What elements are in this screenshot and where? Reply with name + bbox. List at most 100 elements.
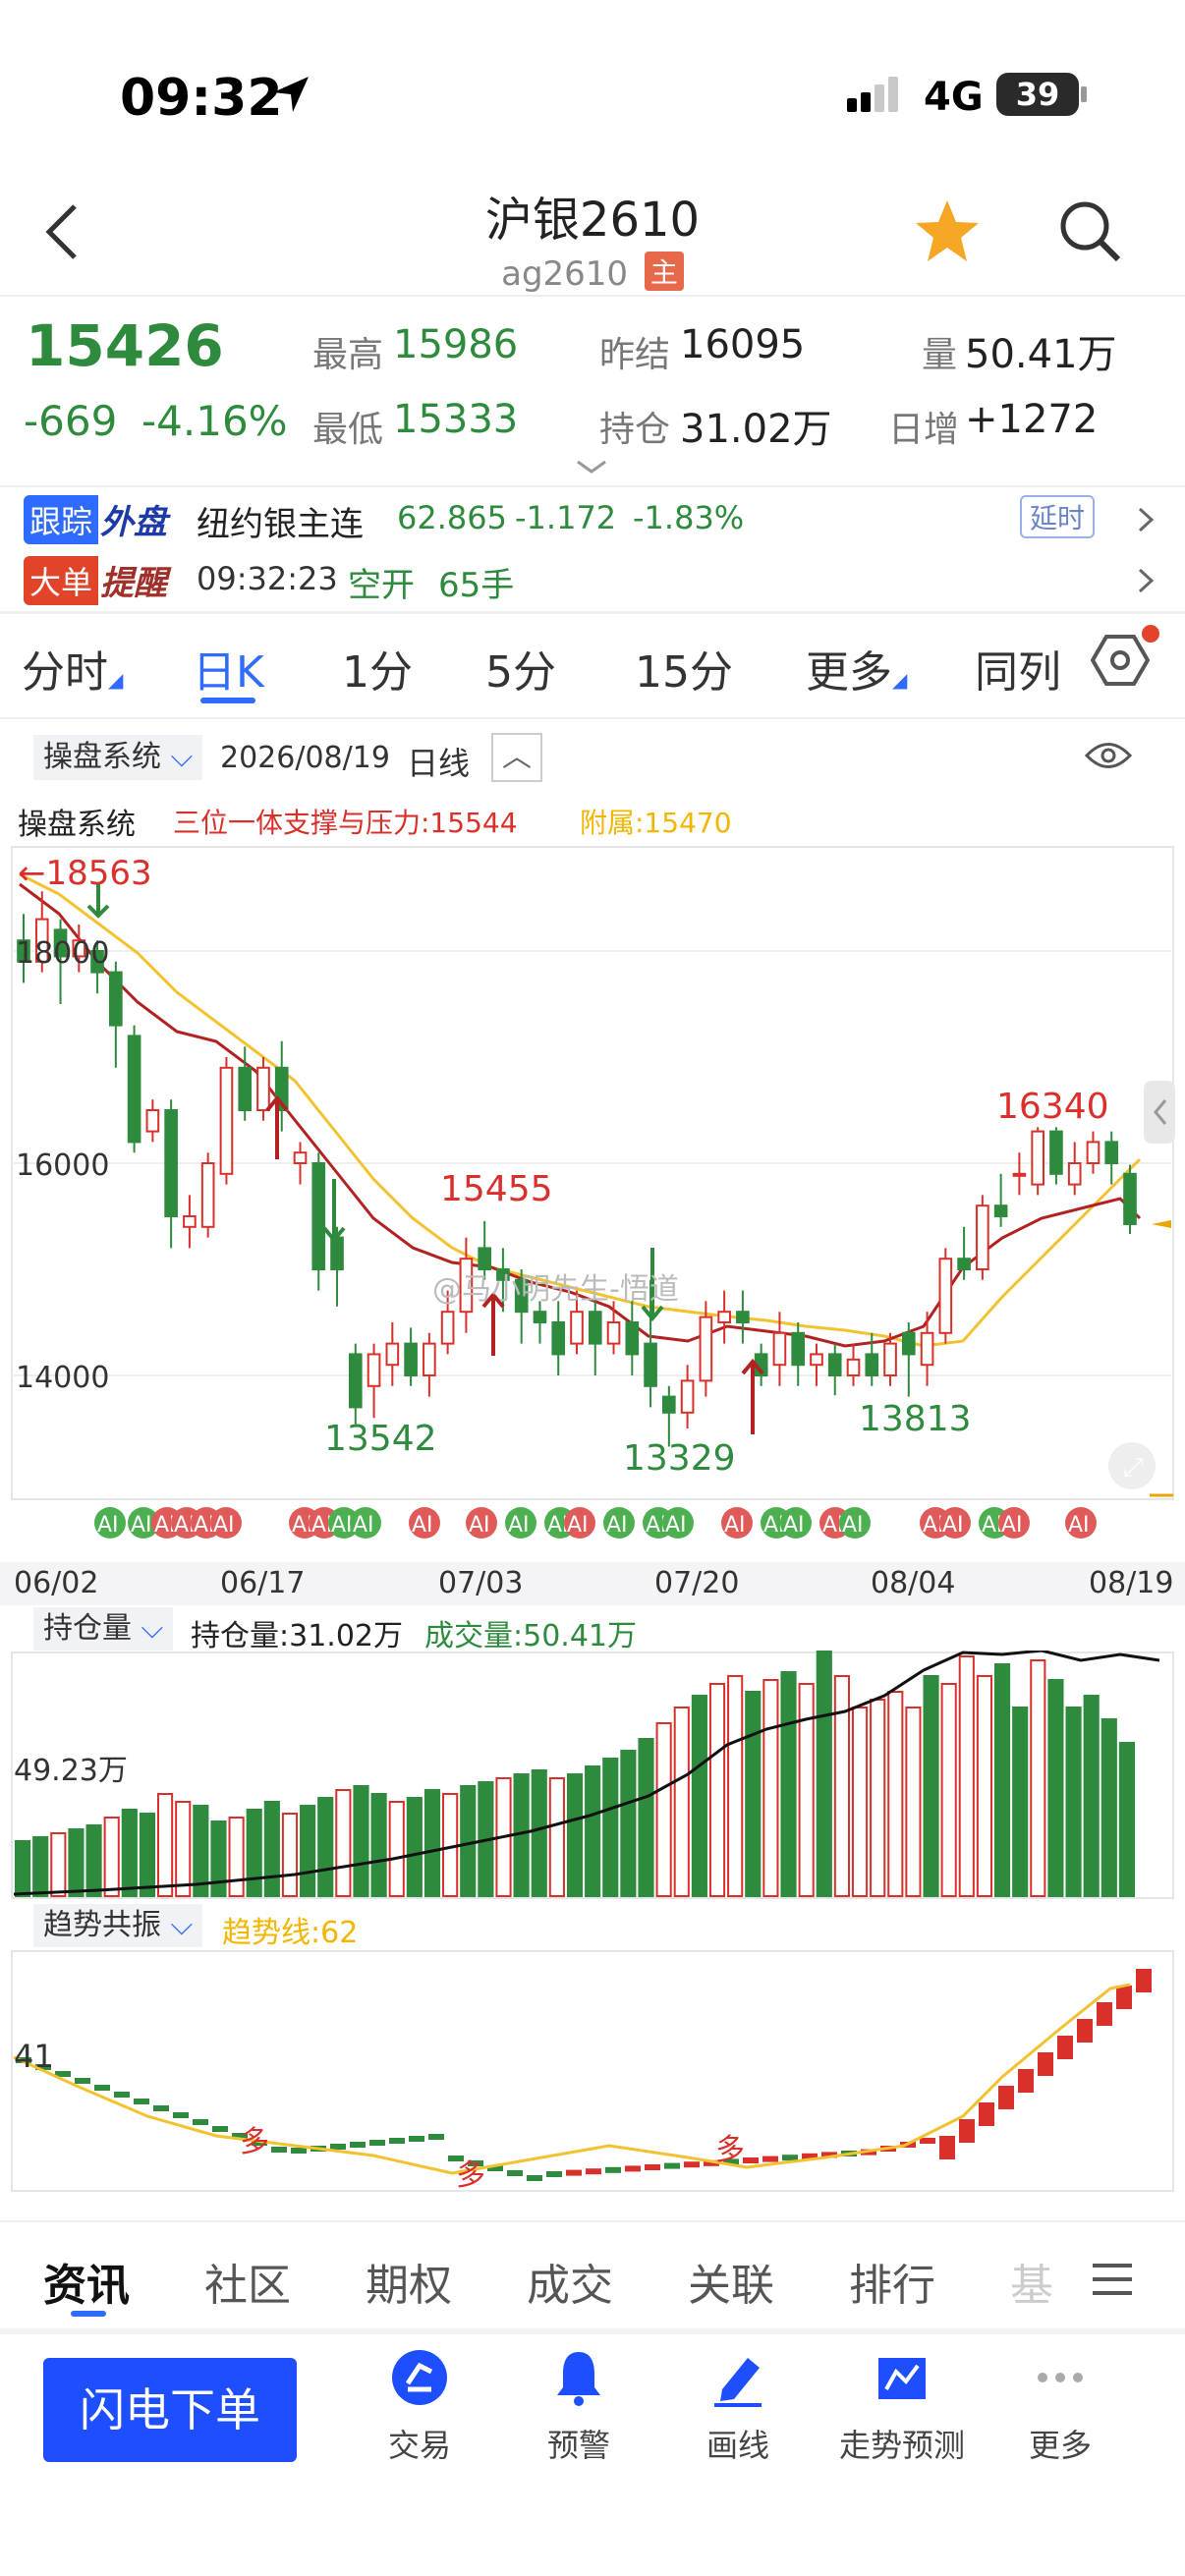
outer-market-row[interactable]: 跟踪 外盘 纽约银主连 62.865 -1.172 -1.83% 延时 (0, 491, 1185, 546)
high-label: 最高 (312, 335, 384, 375)
trend-bar (1018, 2069, 1034, 2093)
flash-order-button[interactable]: 闪电下单 (43, 2358, 297, 2462)
main-contract-badge: 主 (644, 252, 684, 291)
volume-bar (585, 1765, 601, 1897)
ai-badge[interactable]: AI (94, 1507, 126, 1539)
predict-button[interactable]: 走势预测 (823, 2348, 981, 2466)
ai-badge[interactable]: AI (466, 1507, 497, 1539)
tab-same-column[interactable]: 同列 (975, 637, 1061, 700)
volume-bar (353, 1785, 369, 1897)
ai-badge[interactable]: AI (1065, 1507, 1097, 1539)
volume-bar (638, 1738, 654, 1897)
volume-bar (745, 1691, 762, 1897)
candle (127, 1025, 141, 1153)
big-order-alert-row[interactable]: 大单 提醒 09:32:23 空开 65手 (0, 552, 1185, 607)
tab-5min[interactable]: 5分 (485, 637, 556, 700)
volume-bar (210, 1820, 227, 1897)
trend-bar (94, 2085, 110, 2091)
alert-time: 09:32:23 (197, 560, 338, 597)
price-change-pct: -4.16% (141, 397, 288, 445)
candle (164, 1099, 178, 1249)
volume-bar (370, 1793, 387, 1897)
ai-badge[interactable]: AI (350, 1507, 381, 1539)
trend-bar (959, 2119, 975, 2143)
k-line-chart[interactable]: ←18563 18000 16000 14000 15455 13542 133… (0, 845, 1185, 1562)
outer-change: -1.172 (515, 499, 617, 536)
candle (901, 1322, 916, 1397)
star-icon[interactable] (912, 196, 983, 267)
trade-button[interactable]: 交易 (346, 2348, 493, 2466)
warn-button[interactable]: 预警 (505, 2348, 652, 2466)
trend-bar (1077, 2019, 1093, 2043)
candle (109, 961, 123, 1068)
tab-more[interactable]: 更多◢ (806, 637, 907, 700)
ai-badge[interactable]: AI (939, 1507, 971, 1539)
trend-selector[interactable]: 趋势共振 ⌵ (33, 1904, 203, 1947)
ai-badge[interactable]: AI (721, 1507, 753, 1539)
news-tab-indicator (71, 2311, 106, 2317)
outer-chevron-icon (1138, 507, 1155, 532)
trend-bar (920, 2138, 935, 2144)
tab-options[interactable]: 期权 (366, 2250, 452, 2313)
oi-axis-label: 49.23万 (14, 1754, 128, 1788)
ai-badge[interactable]: AI (603, 1507, 635, 1539)
trend-resonance-chart[interactable]: 41 多 多 多 (0, 1949, 1185, 2195)
volume-bar (1030, 1659, 1046, 1897)
ai-badge[interactable]: AI (210, 1507, 242, 1539)
ai-badge[interactable]: AI (839, 1507, 871, 1539)
side-handle[interactable] (1144, 1081, 1175, 1144)
ai-badges: AI AI AIAIAIAI AIAIAI AI AI AI AI AIAI AI AIAI AI AI… (94, 1507, 1097, 1539)
tab-1min[interactable]: 1分 (342, 637, 413, 700)
ai-badge[interactable]: AI (505, 1507, 536, 1539)
outer-price: 62.865 (397, 499, 507, 536)
menu-icon[interactable] (1093, 2260, 1136, 2299)
trend-bar (1116, 1986, 1132, 2009)
tab-ranking[interactable]: 排行 (849, 2250, 935, 2313)
tab-trades[interactable]: 成交 (527, 2250, 613, 2313)
candle (238, 1046, 253, 1121)
ai-badge[interactable]: AI (998, 1507, 1030, 1539)
oi-selector[interactable]: 持仓量 ⌵ (33, 1607, 174, 1651)
candle (606, 1301, 621, 1355)
system-selector[interactable]: 操盘系统 ⌵ (33, 735, 203, 780)
candle (938, 1248, 953, 1344)
tab-active-indicator (200, 698, 255, 703)
draw-button[interactable]: 画线 (664, 2348, 812, 2466)
trend-bar (762, 2156, 778, 2162)
ai-badge[interactable]: AI (409, 1507, 440, 1539)
volume-bar (1065, 1707, 1082, 1897)
track-tag: 跟踪 (24, 495, 99, 544)
trend-bar (114, 2092, 130, 2098)
tab-related[interactable]: 关联 (688, 2250, 774, 2313)
tab-15min[interactable]: 15分 (635, 637, 733, 700)
location-arrow-icon (273, 77, 309, 112)
eye-icon[interactable] (1085, 739, 1132, 772)
tab-intraday[interactable]: 分时◢ (22, 637, 123, 700)
big-order-tag: 大单 (24, 556, 99, 605)
more-dots-icon (1038, 2373, 1083, 2382)
annotation-13542: 13542 (324, 1419, 437, 1459)
tab-fundamental[interactable]: 基 (1010, 2250, 1053, 2313)
status-time: 09:32 (120, 69, 283, 128)
settings-hex-icon[interactable] (1091, 631, 1150, 690)
svg-text:AI: AI (1001, 1513, 1023, 1538)
expand-chevron-icon[interactable] (574, 458, 609, 476)
ai-badge[interactable]: AI (780, 1507, 812, 1539)
collapse-button[interactable]: ︿ (491, 733, 542, 782)
more-button[interactable]: 更多 (987, 2348, 1134, 2466)
trend-bar (645, 2164, 660, 2170)
ai-badge[interactable]: AI (662, 1507, 694, 1539)
svg-text:AI: AI (567, 1513, 589, 1538)
last-price: 15426 (26, 312, 224, 379)
volume-bar-label: 成交量:50.41万 (424, 1619, 637, 1653)
search-icon[interactable] (1055, 196, 1124, 265)
duo-label-2: 多 (456, 2158, 485, 2193)
ai-badge[interactable]: AI (564, 1507, 595, 1539)
tab-daily-k[interactable]: 日K (193, 637, 264, 700)
svg-text:AI: AI (412, 1513, 433, 1538)
annotation-13329: 13329 (623, 1438, 736, 1479)
price-change: -669 (24, 397, 118, 445)
tab-news[interactable]: 资讯 (43, 2250, 130, 2313)
oi-volume-chart[interactable]: 49.23万 (0, 1651, 1185, 1906)
tab-community[interactable]: 社区 (204, 2250, 291, 2313)
